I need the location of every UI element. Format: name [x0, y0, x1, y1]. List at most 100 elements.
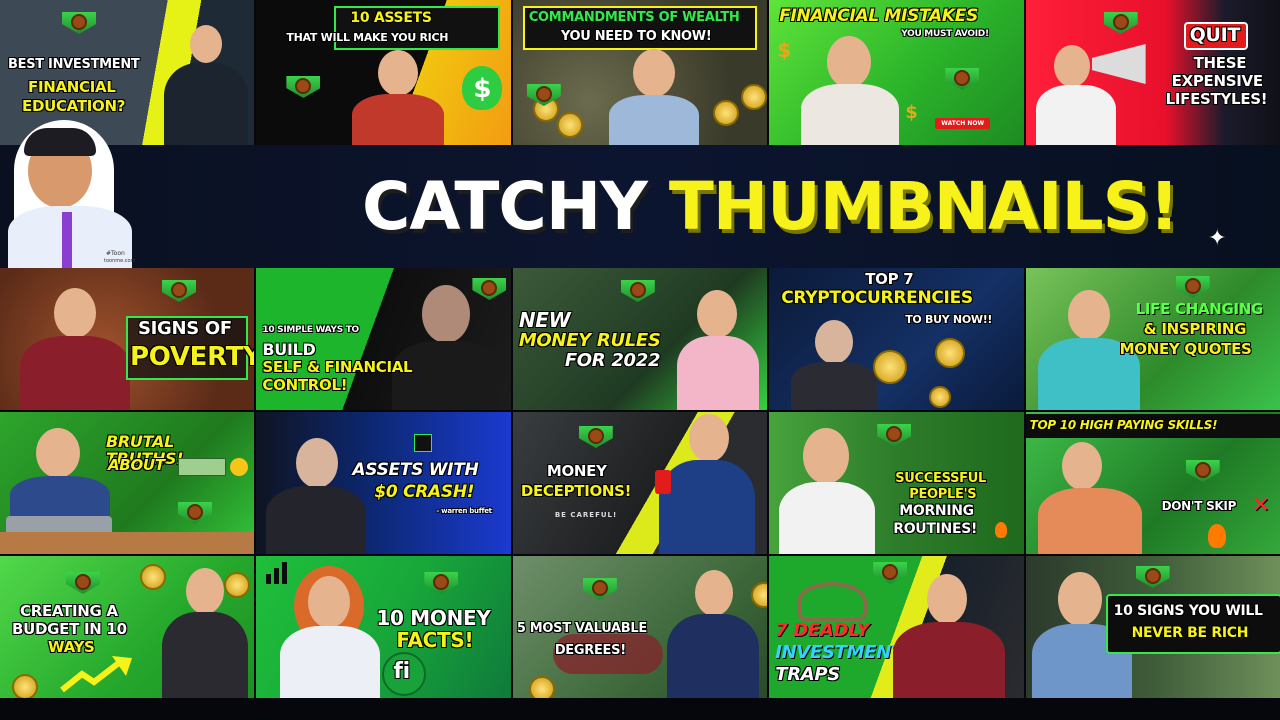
thumbnail-title-line: & INSPIRING	[1143, 320, 1247, 338]
dollar-sign-icon: $	[905, 102, 918, 123]
thumbnail-deadly-investment-traps[interactable]: 7 DEADLY INVESTMENT TRAPS	[769, 556, 1024, 698]
fire-icon	[1207, 524, 1226, 548]
man-in-suit-photo	[160, 25, 252, 145]
fire-icon	[995, 522, 1008, 538]
thumbnail-title-line: DON'T SKIP	[1161, 499, 1237, 513]
smiling-woman-photo	[775, 424, 879, 554]
thumbnail-top-7-crypto[interactable]: TOP 7 CRYPTOCURRENCIES TO BUY NOW!!	[769, 268, 1024, 410]
thumbnail-title-line: EXPENSIVE	[1171, 72, 1263, 90]
man-in-suit-photo	[665, 566, 761, 698]
ethereum-coin-icon	[935, 338, 966, 368]
thumbnail-title-line: INVESTMENT	[775, 642, 904, 663]
thumbnail-title-line: ROUTINES!	[893, 521, 978, 537]
warren-buffett-photo	[789, 320, 879, 410]
woman-pointing-photo	[673, 290, 763, 410]
thumbnail-high-paying-skills[interactable]: TOP 10 HIGH PAYING SKILLS! DON'T SKIP ✕	[1025, 412, 1280, 554]
brand-icon	[414, 434, 433, 452]
thumbnail-assets-0-crash[interactable]: ASSETS WITH $0 CRASH! - warren buffet	[256, 412, 511, 554]
shocked-woman-photo	[1036, 442, 1146, 554]
thumbnail-title-line: SELF & FINANCIAL	[262, 358, 413, 376]
thumbnail-title-line: FINANCIAL MISTAKES	[779, 6, 979, 26]
thumbnail-10-money-facts[interactable]: 10 MONEY FACTS! fi	[256, 556, 511, 698]
thumbnail-title-line: MONEY QUOTES	[1119, 340, 1252, 358]
bull-logo-icon	[578, 422, 613, 450]
thumbnail-valuable-degrees[interactable]: 5 MOST VALUABLE DEGREES!	[512, 556, 768, 698]
thumbnail-title-line: 7 DEADLY	[775, 620, 870, 641]
thumbnail-title-line: COMMANDMENTS OF WEALTH	[528, 10, 740, 25]
thumbnail-row-2: SIGNS OF POVERTY 10 SIMPLE WAYS TO BUILD…	[0, 268, 1280, 410]
thumbnail-subtitle: BE CAREFUL!	[554, 511, 618, 519]
hero-title-yellow: THUMBNAILS!	[668, 168, 1179, 245]
dollar-bill-icon	[178, 458, 226, 476]
thumbnail-morning-routines[interactable]: SUCCESSFUL PEOPLE'S MORNING ROUTINES!	[769, 412, 1024, 554]
thumbnail-money-quotes[interactable]: LIFE CHANGING & INSPIRING MONEY QUOTES	[1025, 268, 1280, 410]
watch-now-button[interactable]: WATCH NOW	[935, 118, 991, 129]
bitcoin-coin-icon	[873, 350, 908, 384]
thumbnail-title-line: 10 MONEY	[376, 606, 491, 630]
sparkle-icon: ✦	[1208, 226, 1227, 251]
thumbnail-never-be-rich[interactable]: 10 SIGNS YOU WILL NEVER BE RICH	[1025, 556, 1280, 698]
thumbnail-title-line: THAT WILL MAKE YOU RICH	[286, 31, 449, 44]
thumbnail-title-line: NEVER BE RICH	[1131, 625, 1249, 641]
bull-logo-icon	[945, 64, 980, 92]
money-bag-icon: $	[462, 66, 503, 110]
thumbnail-brutal-truths[interactable]: BRUTAL TRUTHS! ABOUT	[0, 412, 255, 554]
thumbnail-row-1: BEST INVESTMENT FINANCIAL EDUCATION? 10 …	[0, 0, 1280, 145]
avatar-caption: toonme.com	[104, 258, 136, 264]
man-in-suit-photo	[160, 564, 250, 698]
thumbnail-new-money-rules[interactable]: NEW MONEY RULES FOR 2022	[512, 268, 768, 410]
thumbnail-signs-of-poverty[interactable]: SIGNS OF POVERTY	[0, 268, 255, 410]
thumbnail-title-line: PEOPLE'S	[909, 487, 977, 502]
thumbnail-row-3: BRUTAL TRUTHS! ABOUT ASSETS WITH $0 CRAS…	[0, 412, 1280, 554]
thumbnail-title-line: CREATING A	[20, 602, 118, 620]
bull-logo-icon	[66, 568, 100, 596]
thumbnail-title-line: DEGREES!	[554, 643, 626, 658]
thumbnail-title-line: 10 ASSETS	[350, 10, 432, 26]
bull-logo-icon	[620, 276, 655, 304]
thumbnail-title-line: TO BUY NOW!!	[905, 313, 993, 326]
warren-buffett-photo	[266, 434, 367, 554]
man-portrait-photo	[386, 275, 506, 410]
bull-logo-icon	[424, 568, 459, 596]
thumbnail-budget-10-ways[interactable]: CREATING A BUDGET IN 10 WAYS	[0, 556, 255, 698]
thumbnail-title-line: TRAPS	[775, 664, 840, 685]
coin-icon	[929, 386, 952, 408]
bull-logo-icon	[1135, 562, 1170, 590]
thumbnail-self-financial-control[interactable]: 10 SIMPLE WAYS TO BUILD SELF & FINANCIAL…	[256, 268, 511, 410]
thumbnail-financial-mistakes[interactable]: FINANCIAL MISTAKES YOU MUST AVOID! $ $ W…	[769, 0, 1024, 145]
thumbnail-title-line: ASSETS WITH	[352, 460, 479, 480]
thumbnail-title-line: EDUCATION?	[22, 97, 126, 115]
thumbnail-title-line: FACTS!	[396, 628, 474, 652]
bull-logo-icon	[526, 80, 561, 108]
stressed-woman-photo	[795, 30, 905, 145]
thumbnail-title-line: MONEY RULES	[518, 330, 661, 351]
thumbnail-title-line: ABOUT	[108, 456, 165, 474]
thumbnail-title-line: MORNING	[899, 503, 974, 519]
surprised-man-glasses-photo	[608, 49, 699, 145]
stressed-man-photo	[889, 570, 1007, 698]
thumbnail-title-line: BEST INVESTMENT	[8, 57, 140, 72]
flushed-emoji-icon	[230, 458, 248, 476]
thumbnail-quit-lifestyles[interactable]: QUIT THESE EXPENSIVE LIFESTYLES!	[1025, 0, 1280, 145]
thumbnail-title-line: YOU NEED TO KNOW!	[560, 29, 712, 44]
thumbnail-title-line: 10 SIMPLE WAYS TO	[262, 325, 359, 335]
thumbnail-money-deceptions[interactable]: MONEY DECEPTIONS! BE CAREFUL!	[512, 412, 768, 554]
bull-logo-icon	[286, 72, 321, 100]
red-x-icon: ✕	[1251, 493, 1270, 518]
avatar-caption: #Toon	[106, 250, 125, 257]
bull-logo-icon	[178, 498, 212, 526]
shocked-man-photo	[352, 50, 445, 145]
dollar-sign-icon: $	[777, 38, 791, 62]
thumbnail-10-assets[interactable]: 10 ASSETS THAT WILL MAKE YOU RICH $	[256, 0, 511, 145]
fi-logo-text: fi	[393, 659, 410, 684]
cartoon-avatar-image: #Toon toonme.com	[0, 120, 140, 270]
bull-logo-icon	[1175, 272, 1210, 300]
thumbnail-title-line: CRYPTOCURRENCIES	[781, 288, 973, 308]
bottom-strip	[0, 698, 1280, 720]
bull-logo-icon	[62, 8, 96, 36]
desk	[0, 532, 254, 554]
bull-logo-icon	[877, 420, 912, 448]
thumbnail-title-line: NEW	[518, 308, 571, 332]
thumbnail-title-line: TOP 7	[865, 270, 914, 288]
thumbnail-commandments-of-wealth[interactable]: COMMANDMENTS OF WEALTH YOU NEED TO KNOW!	[512, 0, 768, 145]
